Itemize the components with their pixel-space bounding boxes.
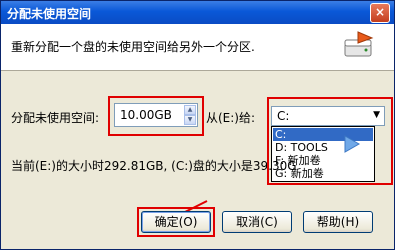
from-label: 从(E:)给:: [206, 111, 256, 125]
title-bar[interactable]: 分配未使用空间 ×: [1, 1, 394, 24]
highlight-amount: [108, 96, 204, 136]
disk-partition-icon: [344, 31, 374, 57]
dialog-header: 重新分配一个盘的未使用空间给另外一个分区.: [1, 24, 394, 71]
size-info-text: 当前(E:)的大小时292.81GB, (C:)盘的大小是39.30G: [11, 159, 297, 173]
dialog-window: 分配未使用空间 × 重新分配一个盘的未使用空间给另外一个分区. 分配未使用空间:…: [0, 0, 395, 250]
highlight-target: [267, 97, 393, 185]
highlight-ok: [137, 207, 215, 237]
amount-label: 分配未使用空间:: [11, 111, 100, 125]
window-title: 分配未使用空间: [7, 7, 92, 21]
header-description: 重新分配一个盘的未使用空间给另外一个分区.: [11, 40, 255, 54]
close-button[interactable]: ×: [370, 3, 390, 23]
cancel-button[interactable]: 取消(C): [222, 211, 292, 233]
help-button[interactable]: 帮助(H): [303, 211, 373, 233]
